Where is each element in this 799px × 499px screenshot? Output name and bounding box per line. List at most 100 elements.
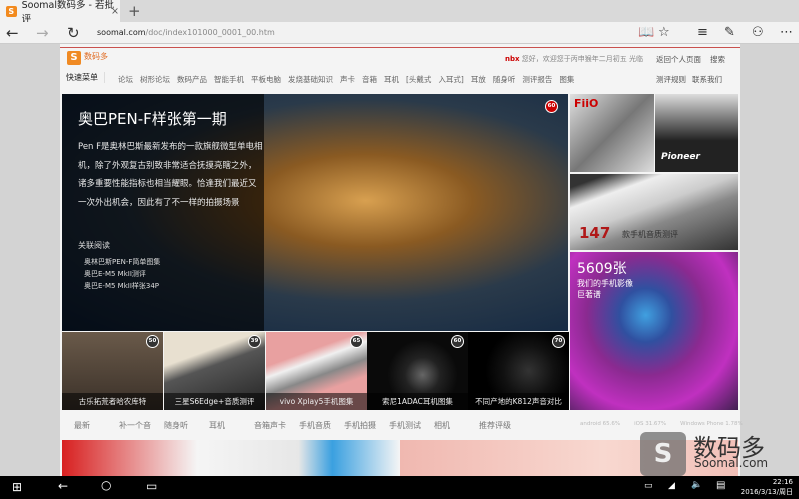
feature-image[interactable] — [62, 440, 400, 476]
logo-text[interactable]: 数码多 — [84, 51, 108, 62]
hero-title[interactable]: 奥巴PEN-F样张第一期 — [78, 108, 227, 129]
nav-link[interactable]: [头戴式 — [406, 74, 431, 85]
close-tab-icon[interactable]: × — [111, 6, 119, 17]
nav-link[interactable]: 论坛 — [118, 74, 133, 85]
thumb-badge: 65 — [350, 335, 363, 348]
section-tab[interactable]: 相机 — [434, 420, 479, 431]
taskbar — [0, 476, 799, 499]
section-tab[interactable]: 手机测试 — [389, 420, 434, 431]
back-icon[interactable]: ← — [6, 24, 19, 42]
section-tab[interactable]: 手机拍摄 — [344, 420, 389, 431]
contact-link[interactable]: 联系我们 — [692, 74, 722, 85]
hero-banner[interactable]: 奥巴PEN-F样张第一期 Pen F是奥林巴斯最新发布的一款旗舰微型单电相机，除… — [62, 94, 568, 331]
section-tab[interactable]: 耳机 — [209, 420, 254, 431]
nav-link[interactable]: 智能手机 — [214, 74, 244, 85]
thumb-card[interactable]: 50 古乐拓荒者哈农库特 — [62, 332, 163, 410]
photo-gallery-tile[interactable]: 5609张 我们的手机影像 巨著谱 — [570, 252, 738, 410]
stat-windows-phone: Windows Phone 1.78% — [680, 421, 743, 427]
nav-link[interactable]: 耳机 — [384, 74, 399, 85]
nav-link[interactable]: 随身听 — [493, 74, 516, 85]
nav-link[interactable]: 音箱 — [362, 74, 377, 85]
task-view-icon[interactable]: ▭ — [146, 479, 157, 493]
related-label: 关联阅读 — [78, 241, 110, 250]
hub-icon[interactable]: ≡ — [697, 25, 708, 40]
favorite-star-icon[interactable]: ☆ — [658, 25, 670, 40]
hero-badge: 60 — [545, 100, 558, 113]
personal-page-link[interactable]: 返回个人页面 — [656, 54, 701, 65]
nav-link[interactable]: 发烧基础知识 — [288, 74, 333, 85]
web-note-icon[interactable]: ✎ — [724, 25, 735, 40]
thumb-caption: 不同产地的K812声音对比 — [468, 393, 569, 410]
nav-link[interactable]: 耳放 — [471, 74, 486, 85]
url-path: /doc/index101000_0001_00.htm — [145, 28, 275, 37]
feature-image[interactable] — [400, 440, 738, 476]
new-tab-button[interactable]: + — [128, 2, 141, 20]
refresh-icon[interactable]: ↻ — [67, 24, 80, 42]
windows-start-icon[interactable]: ⊞ — [12, 480, 22, 494]
photo-caption-2: 巨著谱 — [577, 290, 601, 299]
thumb-card[interactable]: 65 vivo Xplay5手机图集 — [266, 332, 367, 410]
photo-count: 5609张 — [577, 261, 627, 277]
section-tab[interactable]: 补一个音 — [119, 420, 164, 431]
quick-menu[interactable]: 快速菜单 — [66, 72, 105, 83]
thumb-card[interactable]: 60 索尼1ADAC耳机图集 — [367, 332, 468, 410]
nav-link[interactable]: 平板电脑 — [251, 74, 281, 85]
nav-link[interactable]: 图集 — [559, 74, 574, 85]
related-link[interactable]: 奥林巴斯PEN-F简单图集 — [84, 257, 160, 267]
taskbar-back-icon[interactable]: ← — [58, 479, 68, 493]
browser-tab[interactable]: S Soomal数码多 - 若批评 × — [0, 0, 120, 25]
section-tab[interactable]: 推荐评级 — [479, 420, 524, 431]
share-icon[interactable]: ⚇ — [752, 25, 764, 40]
soomal-logo-icon[interactable]: S — [67, 51, 81, 65]
related-link[interactable]: 奥巴E-M5 MkII样张34P — [84, 281, 159, 291]
thumb-caption: 三星S6Edge+音质测评 — [164, 393, 265, 410]
pioneer-tile[interactable]: Pioneer — [655, 94, 738, 172]
hero-description: Pen F是奥林巴斯最新发布的一款旗舰微型单电相机，除了外观复古别致非常适合抚摸… — [78, 142, 263, 208]
tablet-mode-icon[interactable]: ▭ — [644, 481, 653, 491]
cortana-icon[interactable]: ○ — [101, 478, 111, 492]
reading-view-icon[interactable]: 📖 — [638, 25, 654, 40]
review-count: 147 — [579, 224, 611, 242]
search-link[interactable]: 搜索 — [710, 54, 725, 65]
nav-link[interactable]: 测评报告 — [522, 74, 552, 85]
thumb-badge: 39 — [248, 335, 261, 348]
phone-audio-tile[interactable]: 147 款手机音质测评 — [570, 174, 738, 250]
watermark-logo-icon: S — [640, 432, 686, 476]
username[interactable]: nbx — [505, 55, 520, 63]
nav-link[interactable]: 声卡 — [340, 74, 355, 85]
nav-link[interactable]: 树形论坛 — [140, 74, 170, 85]
more-icon[interactable]: ⋯ — [780, 25, 793, 40]
clock-date: 2016/3/13/周日 — [740, 488, 793, 496]
forward-icon[interactable]: → — [36, 24, 49, 42]
fiio-label: FiiO — [574, 97, 599, 110]
nav-link[interactable]: 数码产品 — [177, 74, 207, 85]
nav-links: 论坛 树形论坛 数码产品 智能手机 平板电脑 发烧基础知识 声卡 音箱 耳机 [… — [118, 74, 574, 85]
clock[interactable]: 22:16 2016/3/13/周日 — [738, 477, 793, 497]
thumb-badge: 50 — [146, 335, 159, 348]
soomal-favicon: S — [6, 5, 17, 17]
stat-ios: iOS 31.67% — [634, 421, 667, 427]
thumb-caption: 索尼1ADAC耳机图集 — [367, 393, 468, 410]
fiio-tile[interactable]: FiiO — [570, 94, 654, 172]
nav-link[interactable]: 入耳式] — [438, 74, 463, 85]
section-tab[interactable]: 随身听 — [164, 420, 209, 431]
review-count-label: 款手机音质测评 — [622, 230, 678, 239]
thumb-badge: 70 — [552, 335, 565, 348]
volume-icon[interactable]: 🔈 — [691, 480, 702, 490]
section-tab[interactable]: 手机音质 — [299, 420, 344, 431]
section-tab[interactable]: 最新 — [74, 420, 119, 431]
action-center-icon[interactable]: ▤ — [716, 480, 725, 491]
section-tab[interactable]: 音箱声卡 — [254, 420, 299, 431]
photo-caption: 我们的手机影像 — [577, 279, 633, 288]
review-rules-link[interactable]: 测评规则 — [656, 74, 686, 85]
wifi-icon[interactable]: ◢ — [668, 481, 675, 491]
thumb-card[interactable]: 39 三星S6Edge+音质测评 — [164, 332, 265, 410]
url-input[interactable]: soomal.com/doc/index101000_0001_00.htm — [97, 28, 275, 37]
welcome-message: 您好，欢迎您于丙申猴年二月初五 光临 — [521, 55, 643, 63]
related-link[interactable]: 奥巴E-M5 MkII测评 — [84, 269, 146, 279]
thumb-caption: 古乐拓荒者哈农库特 — [62, 393, 163, 410]
stat-android: android 65.6% — [580, 421, 621, 427]
thumb-card[interactable]: 70 不同产地的K812声音对比 — [468, 332, 569, 410]
url-host: soomal.com — [97, 28, 146, 37]
hero-text-panel — [62, 94, 264, 331]
